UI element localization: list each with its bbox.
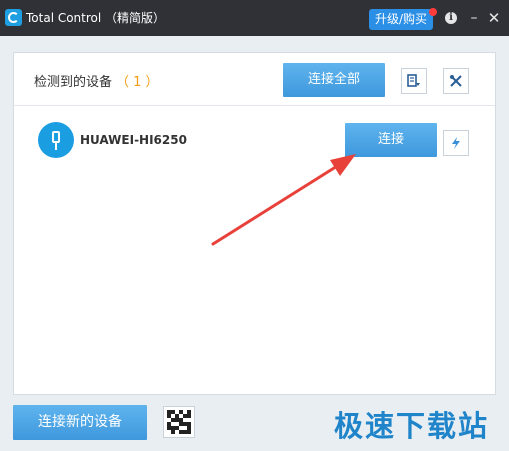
annotation-arrow [211, 154, 356, 246]
connect-new-device-button[interactable]: 连接新的设备 [13, 405, 147, 440]
watermark: 极速下载站 [334, 409, 490, 443]
qr-code-icon [167, 410, 191, 434]
qr-code-button[interactable] [163, 406, 195, 438]
